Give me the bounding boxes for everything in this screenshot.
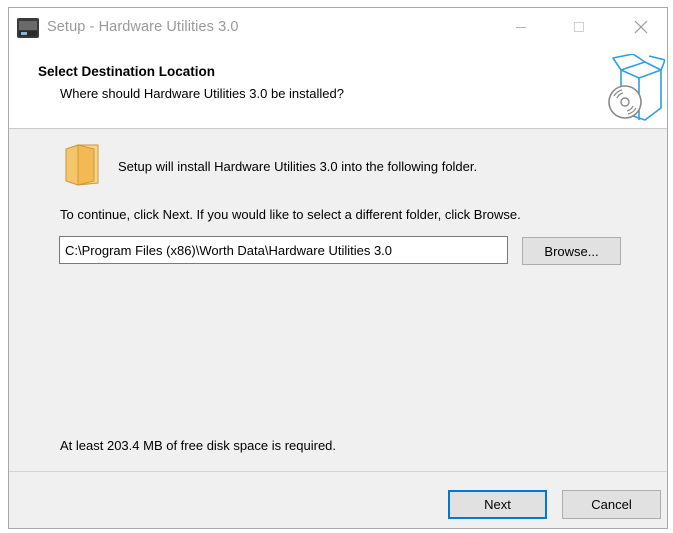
setup-window: Setup - Hardware Utilities 3.0 Select De… (8, 7, 668, 529)
title-bar[interactable]: Setup - Hardware Utilities 3.0 (9, 8, 667, 46)
cancel-button[interactable]: Cancel (562, 490, 661, 519)
next-button-label: Next (484, 497, 511, 512)
page-title: Select Destination Location (38, 64, 216, 79)
browse-button[interactable]: Browse... (522, 237, 621, 265)
setup-app-icon (17, 18, 39, 38)
minimize-icon (516, 27, 526, 28)
page-subtitle: Where should Hardware Utilities 3.0 be i… (60, 86, 344, 101)
close-icon (634, 20, 648, 34)
wizard-header: Select Destination Location Where should… (9, 46, 667, 129)
disk-space-text: At least 203.4 MB of free disk space is … (60, 438, 337, 453)
install-intro-text: Setup will install Hardware Utilities 3.… (118, 159, 478, 174)
minimize-button[interactable] (499, 8, 543, 46)
footer-divider (9, 471, 667, 472)
next-button[interactable]: Next (448, 490, 547, 519)
window-title: Setup - Hardware Utilities 3.0 (47, 19, 239, 35)
close-button[interactable] (619, 8, 663, 46)
folder-icon (65, 144, 99, 186)
browse-button-label: Browse... (544, 243, 599, 259)
cancel-button-label: Cancel (591, 497, 632, 512)
maximize-icon (574, 22, 584, 32)
instruction-text: To continue, click Next. If you would li… (60, 207, 521, 222)
maximize-button[interactable] (557, 8, 601, 46)
install-box-cd-icon (608, 54, 665, 121)
destination-path-input[interactable] (59, 236, 508, 264)
